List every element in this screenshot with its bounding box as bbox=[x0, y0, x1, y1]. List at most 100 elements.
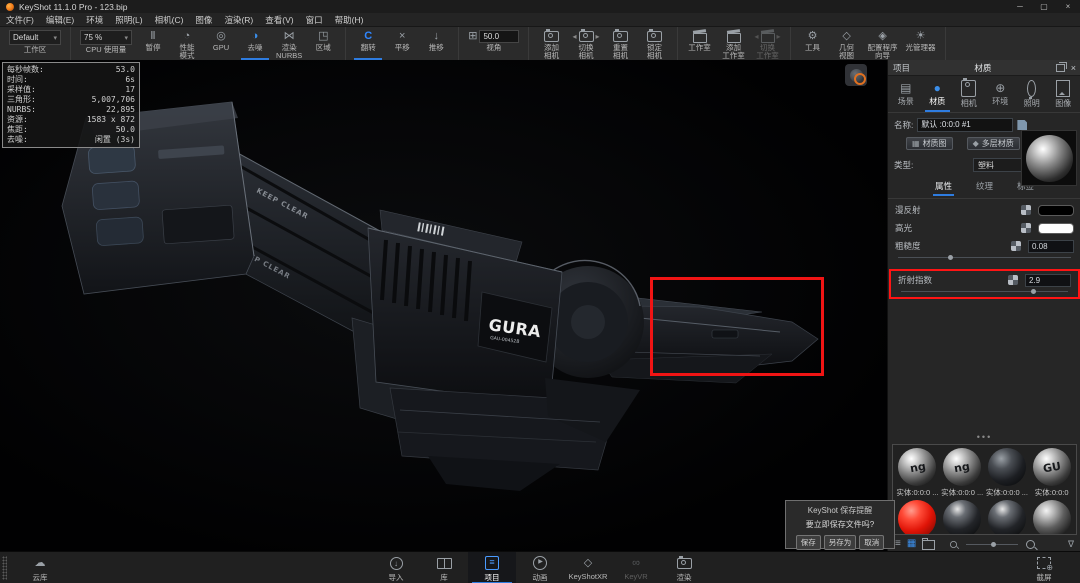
configurator-wizard-button[interactable]: ◈ 配置程序 向导 bbox=[864, 27, 902, 60]
maximize-button[interactable]: ▢ bbox=[1032, 0, 1056, 13]
minimize-button[interactable]: ─ bbox=[1008, 0, 1032, 13]
filter-icon[interactable]: ∇ bbox=[1068, 538, 1074, 550]
render-nurbs-button[interactable]: ⋈ 渲染 NURBS bbox=[272, 27, 306, 60]
material-thumb[interactable] bbox=[942, 500, 982, 534]
subtab-properties[interactable]: 属性 bbox=[932, 180, 954, 196]
texture-checker-icon[interactable] bbox=[1011, 241, 1021, 251]
workspace-dropdown[interactable]: Default ▾ bbox=[9, 30, 61, 45]
close-panel-icon[interactable]: × bbox=[1071, 63, 1076, 73]
material-thumb[interactable]: ng bbox=[897, 448, 937, 486]
light-manager-button[interactable]: ☀ 光管理器 bbox=[902, 27, 940, 60]
menu-view[interactable]: 查看(V) bbox=[259, 14, 299, 26]
menu-camera[interactable]: 相机(C) bbox=[149, 14, 190, 26]
switch-camera-button[interactable]: ◂ ▸ 切换 相机 bbox=[568, 27, 603, 60]
texture-checker-icon[interactable] bbox=[1008, 275, 1018, 285]
zoom-in-icon[interactable] bbox=[1026, 539, 1036, 549]
geometry-view-button[interactable]: ◇ 几何 视图 bbox=[830, 27, 864, 60]
cpu-usage-dropdown[interactable]: 75 % ▾ bbox=[80, 30, 132, 45]
arrow-left-icon[interactable]: ◂ bbox=[572, 32, 576, 41]
menu-edit[interactable]: 编辑(E) bbox=[40, 14, 80, 26]
thumbnail-size-handle[interactable] bbox=[991, 541, 997, 547]
panel-splitter-handle[interactable]: ••• bbox=[888, 433, 1080, 442]
arrow-left-icon[interactable]: ◂ bbox=[755, 32, 759, 41]
save-material-icon[interactable] bbox=[1017, 120, 1028, 130]
dock-screenshot[interactable]: 截屏 bbox=[1020, 552, 1068, 583]
refraction-slider-handle[interactable] bbox=[1031, 289, 1037, 294]
menu-window[interactable]: 窗口 bbox=[300, 14, 329, 26]
material-preview[interactable] bbox=[1021, 130, 1077, 186]
menu-lighting[interactable]: 照明(L) bbox=[109, 14, 148, 26]
grid-view-icon[interactable]: ▦ bbox=[907, 538, 916, 550]
texture-checker-icon[interactable] bbox=[1021, 223, 1031, 233]
menu-render[interactable]: 渲染(R) bbox=[218, 14, 259, 26]
dock-render[interactable]: 渲染 bbox=[660, 552, 708, 583]
panel-tab-image[interactable]: 图像 bbox=[1049, 80, 1078, 112]
dock-keyshot-xr[interactable]: ◇ KeyShotXR bbox=[564, 552, 612, 583]
specular-color-swatch[interactable] bbox=[1038, 222, 1074, 234]
performance-mode-button[interactable]: ◔ 性能 模式 bbox=[170, 27, 204, 60]
switch-studio-button[interactable]: ◂ ▸ 切换 工作室 bbox=[751, 27, 785, 60]
thumbnail-size-slider[interactable] bbox=[966, 541, 1019, 547]
menu-help[interactable]: 帮助(H) bbox=[329, 14, 370, 26]
dialog-save-as-button[interactable]: 另存为 bbox=[823, 535, 857, 550]
panel-tab-scene[interactable]: ▤ 场景 bbox=[891, 80, 920, 112]
dock-import[interactable]: 导入 bbox=[372, 552, 420, 583]
panel-tab-material[interactable]: ● 材质 bbox=[923, 80, 952, 112]
material-thumb[interactable]: ng bbox=[942, 448, 982, 486]
add-studio-button[interactable]: 添加 工作室 bbox=[717, 27, 751, 60]
tools-button[interactable]: ⚙ 工具 bbox=[796, 27, 830, 60]
roughness-slider[interactable] bbox=[898, 253, 1071, 261]
diffuse-color-swatch[interactable] bbox=[1038, 204, 1074, 216]
tumble-button[interactable]: C 翻转 bbox=[351, 27, 385, 60]
pause-button[interactable]: Ⅱ 暂停 bbox=[136, 27, 170, 60]
panel-tab-environment[interactable]: ⊕ 环境 bbox=[986, 80, 1015, 112]
zoom-out-icon[interactable] bbox=[950, 540, 958, 548]
close-button[interactable]: × bbox=[1056, 0, 1080, 13]
dolly-button[interactable]: ↓ 推移 bbox=[419, 27, 453, 60]
roughness-value-field[interactable]: 0.08 bbox=[1028, 239, 1074, 253]
float-panel-icon[interactable] bbox=[1055, 61, 1067, 72]
list-view-icon[interactable]: ≡ bbox=[895, 538, 901, 550]
material-name-input[interactable]: 默认 :0:0:0 #1 bbox=[917, 118, 1014, 132]
viewport-environment-icon[interactable] bbox=[845, 64, 867, 86]
multi-material-button[interactable]: ◆ 多层材质 bbox=[966, 137, 1020, 150]
material-thumb[interactable]: GU bbox=[1032, 448, 1072, 486]
fov[interactable]: ⊞ 50.0 视角 bbox=[464, 27, 523, 60]
dock-animation[interactable]: 动画 bbox=[516, 552, 564, 583]
arrow-right-icon[interactable]: ▸ bbox=[596, 32, 600, 41]
project-panel-tab[interactable]: 项目 bbox=[893, 62, 910, 74]
realtime-viewport[interactable]: KEEP CLEAR KEEP CLEAR GURA GAU-00452B 每秒… bbox=[0, 60, 887, 551]
material-thumb[interactable] bbox=[897, 500, 937, 534]
roughness-slider-handle[interactable] bbox=[948, 255, 954, 260]
refraction-value-field[interactable]: 2.9 bbox=[1025, 273, 1071, 287]
panel-tab-camera[interactable]: 相机 bbox=[954, 78, 983, 112]
dialog-save-button[interactable]: 保存 bbox=[795, 535, 821, 550]
dock-library[interactable]: 库 bbox=[420, 552, 468, 583]
arrow-right-icon[interactable]: ▸ bbox=[777, 32, 781, 41]
panel-tab-lighting[interactable]: 照明 bbox=[1017, 80, 1046, 112]
subtab-textures[interactable]: 纹理 bbox=[974, 180, 995, 196]
dialog-cancel-button[interactable]: 取消 bbox=[859, 535, 885, 550]
texture-checker-icon[interactable] bbox=[1021, 205, 1031, 215]
fov-field[interactable]: 50.0 bbox=[479, 29, 520, 43]
menu-file[interactable]: 文件(F) bbox=[0, 14, 40, 26]
lock-camera-button[interactable]: 锁定 相机 bbox=[638, 27, 672, 60]
material-thumb[interactable] bbox=[987, 448, 1027, 486]
dock-key-vr[interactable]: ∞ KeyVR bbox=[612, 552, 660, 583]
material-thumb[interactable] bbox=[987, 500, 1027, 534]
add-camera-button[interactable]: 添加 相机 bbox=[534, 27, 568, 60]
denoise-button[interactable]: ◑ 去噪 bbox=[238, 27, 272, 60]
menu-image[interactable]: 图像 bbox=[189, 14, 218, 26]
dock-project[interactable]: 项目 bbox=[468, 552, 516, 583]
studio-button[interactable]: 工作室 bbox=[683, 27, 717, 60]
pan-button[interactable]: × 平移 bbox=[385, 27, 419, 60]
annotation-red-rectangle-model bbox=[650, 277, 824, 376]
material-thumb[interactable] bbox=[1032, 500, 1072, 534]
material-graph-button[interactable]: ▦ 材质图 bbox=[906, 137, 953, 150]
refraction-slider[interactable] bbox=[901, 287, 1068, 295]
region-button[interactable]: ◳ 区域 bbox=[306, 27, 340, 60]
gpu-button[interactable]: ◎ GPU bbox=[204, 27, 238, 60]
menu-environment[interactable]: 环境 bbox=[80, 14, 109, 26]
reset-camera-button[interactable]: 重置 相机 bbox=[604, 27, 638, 60]
add-folder-icon[interactable] bbox=[922, 538, 936, 550]
